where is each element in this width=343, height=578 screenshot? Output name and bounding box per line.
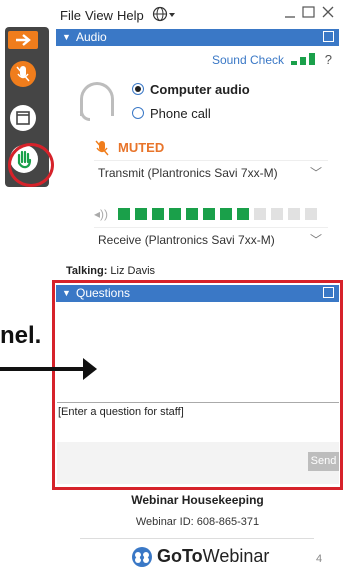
- callout-arrow-head: [83, 358, 97, 380]
- muted-status: MUTED: [118, 140, 165, 155]
- transmit-device-select[interactable]: Transmit (Plantronics Savi 7xx-M) ﹀: [94, 160, 328, 185]
- gotowebinar-wordmark: GoToWebinar: [157, 546, 270, 566]
- menu-bar: File View Help: [52, 0, 343, 28]
- sound-check-link[interactable]: Sound Check: [212, 53, 284, 67]
- talking-indicator: Talking: Liz Davis: [66, 265, 155, 277]
- talking-name: Liz Davis: [110, 265, 156, 277]
- meter-segment: [152, 208, 164, 220]
- meter-segment: [237, 208, 249, 220]
- gotowebinar-logo-icon: [131, 546, 153, 568]
- audio-header[interactable]: ▼ Audio: [56, 29, 339, 46]
- webinar-id: Webinar ID: 608-865-371: [135, 516, 260, 528]
- callout-arrow: [0, 367, 85, 371]
- popout-icon[interactable]: [323, 287, 334, 298]
- audio-panel: Sound Check ? Computer audio Phone call …: [56, 47, 339, 262]
- meter-segment: [169, 208, 181, 220]
- collapse-triangle-icon: ▼: [62, 288, 71, 298]
- popout-icon[interactable]: [323, 31, 334, 42]
- footer-divider: [80, 538, 314, 539]
- close-icon: [322, 6, 334, 18]
- meter-segment: [271, 208, 283, 220]
- globe-icon[interactable]: [152, 6, 176, 25]
- questions-log[interactable]: [57, 302, 339, 402]
- mic-mute-button[interactable]: [10, 61, 36, 87]
- window-icon: [16, 111, 30, 125]
- menu-view[interactable]: View: [85, 8, 113, 23]
- questions-header[interactable]: ▼ Questions: [56, 285, 339, 302]
- microphone-muted-icon: [94, 139, 110, 160]
- callout-text: nel.: [0, 322, 42, 349]
- speaker-icon: ◂)): [94, 207, 109, 221]
- raise-hand-highlight: [8, 143, 54, 187]
- meter-segment: [186, 208, 198, 220]
- restore-icon: [302, 6, 315, 18]
- meter-segment: [254, 208, 266, 220]
- page-number: 4: [316, 553, 323, 565]
- question-input-area: [57, 442, 339, 484]
- meter-segment: [220, 208, 232, 220]
- question-placeholder: [Enter a question for staff]: [58, 406, 184, 418]
- speaker-level-meter: [118, 208, 328, 220]
- microphone-muted-icon: [16, 66, 30, 82]
- receive-device-value: Receive (Plantronics Savi 7xx-M): [98, 233, 275, 247]
- audio-header-label: Audio: [76, 30, 107, 44]
- send-button[interactable]: Send: [308, 452, 339, 471]
- radio-phone-call[interactable]: [132, 107, 144, 119]
- meter-segment: [135, 208, 147, 220]
- phone-call-label[interactable]: Phone call: [150, 106, 211, 121]
- transmit-device-value: Transmit (Plantronics Savi 7xx-M): [98, 166, 278, 180]
- screen-toggle-button[interactable]: [10, 105, 36, 131]
- meter-segment: [288, 208, 300, 220]
- meter-segment: [203, 208, 215, 220]
- computer-audio-label[interactable]: Computer audio: [150, 82, 250, 97]
- receive-device-select[interactable]: Receive (Plantronics Savi 7xx-M) ﹀: [94, 227, 328, 252]
- arrow-right-icon: [16, 34, 31, 46]
- window-controls: [283, 4, 339, 23]
- webinar-title: Webinar Housekeeping: [131, 493, 264, 507]
- radio-computer-audio[interactable]: [132, 83, 144, 95]
- menu-file[interactable]: File: [60, 8, 81, 23]
- questions-header-label: Questions: [76, 286, 131, 300]
- meter-segment: [118, 208, 130, 220]
- menu-help[interactable]: Help: [117, 8, 144, 23]
- audio-help-icon[interactable]: ?: [325, 52, 332, 67]
- question-input[interactable]: [Enter a question for staff]: [57, 402, 339, 443]
- chevron-down-icon: ﹀: [309, 233, 322, 247]
- chevron-down-icon: ﹀: [309, 166, 322, 180]
- signal-bars-icon: [291, 53, 317, 65]
- collapse-triangle-icon: ▼: [62, 32, 71, 42]
- toggle-panel-button[interactable]: [8, 31, 38, 49]
- talking-label: Talking:: [66, 265, 108, 277]
- meter-segment: [305, 208, 317, 220]
